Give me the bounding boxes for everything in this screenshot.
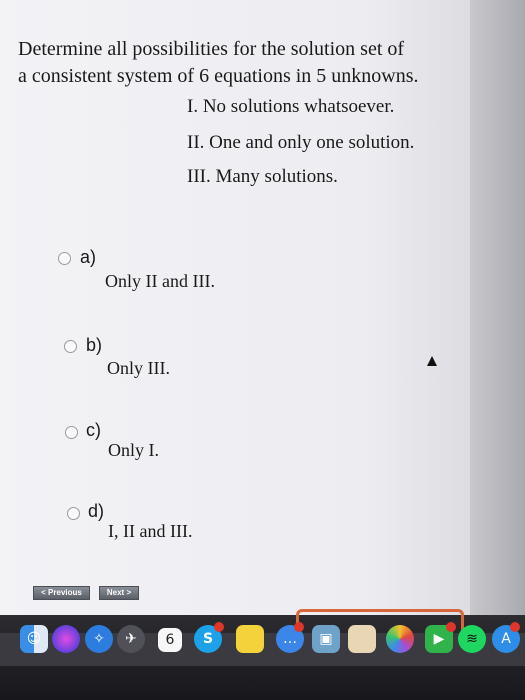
spotify-icon[interactable]: ≋	[458, 625, 486, 653]
question-line-1: Determine all possibilities for the solu…	[18, 38, 405, 60]
option-a-text[interactable]: Only II and III.	[105, 271, 215, 292]
option-c-text[interactable]: Only I.	[108, 440, 159, 461]
photos-icon[interactable]	[386, 625, 414, 653]
radio-option-d[interactable]	[67, 507, 80, 520]
preview-icon[interactable]: ▣	[312, 625, 340, 653]
option-a-letter: a)	[80, 247, 97, 267]
statement-iii: III. Many solutions.	[187, 166, 338, 187]
finder-icon[interactable]: ☺	[20, 625, 48, 653]
radio-option-a[interactable]	[58, 252, 71, 265]
calendar-day: 6	[165, 632, 175, 648]
question-line-2: a consistent system of 6 equations in 5 …	[18, 65, 419, 87]
option-d-letter: d)	[88, 501, 105, 521]
screen-edge	[470, 0, 525, 615]
skype-badge	[214, 622, 224, 632]
mouse-cursor-icon	[427, 356, 437, 366]
messages-badge	[294, 622, 304, 632]
app-store-badge	[510, 622, 520, 632]
siri-icon[interactable]	[52, 625, 80, 653]
option-d-text[interactable]: I, II and III.	[108, 521, 192, 542]
safari-icon[interactable]: ✧	[85, 625, 113, 653]
browser-viewport: Determine all possibilities for the solu…	[0, 0, 525, 615]
books-icon[interactable]	[348, 625, 376, 653]
statement-ii: II. One and only one solution.	[187, 132, 415, 153]
notes-icon[interactable]	[236, 625, 264, 653]
statement-i: I. No solutions whatsoever.	[187, 96, 395, 117]
option-b-text[interactable]: Only III.	[107, 358, 170, 379]
question-text: Determine all possibilities for the solu…	[18, 36, 468, 90]
facetime-badge	[446, 622, 456, 632]
next-button[interactable]: Next >	[99, 586, 139, 600]
calendar-icon[interactable]: 6	[158, 628, 182, 652]
option-c-letter: c)	[86, 420, 101, 440]
launchpad-icon[interactable]: ✈	[117, 625, 145, 653]
radio-option-b[interactable]	[64, 340, 77, 353]
radio-option-c[interactable]	[65, 426, 78, 439]
previous-button[interactable]: < Previous	[33, 586, 90, 600]
option-b-letter: b)	[86, 335, 103, 355]
